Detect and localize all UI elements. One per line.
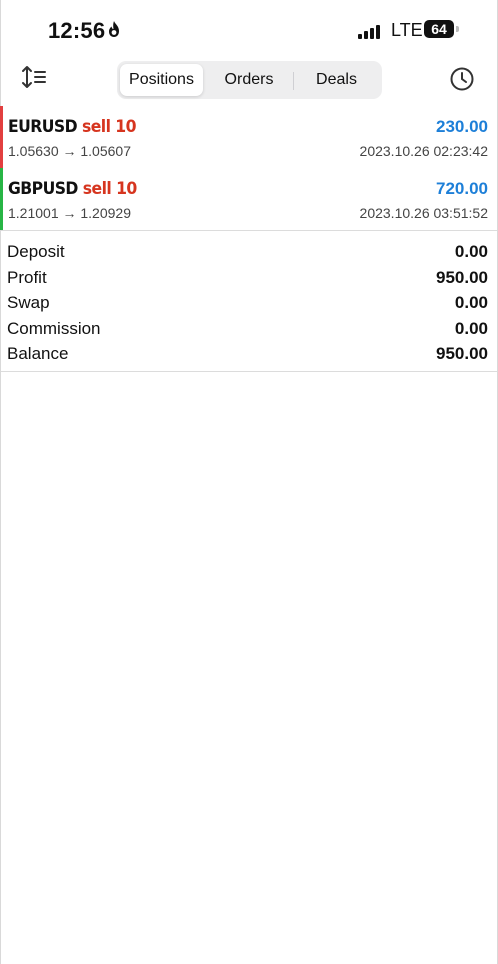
position-symbol-name: EURUSD — [8, 117, 78, 137]
flame-icon — [109, 21, 119, 37]
position-type: sell 10 — [82, 179, 138, 199]
summary-value: 0.00 — [454, 242, 488, 261]
summary-row-commission: Commission 0.00 — [1, 317, 497, 343]
position-profit: 230.00 — [436, 117, 488, 136]
position-row[interactable]: GBPUSD sell 10 720.00 1.21001 → 1.20929 … — [0, 168, 497, 230]
battery-icon: 64 — [424, 20, 459, 38]
summary-value: 950.00 — [436, 344, 488, 363]
position-profit: 720.00 — [436, 179, 488, 198]
summary-row-deposit: Deposit 0.00 — [1, 240, 497, 266]
status-time: 12:56 — [48, 18, 106, 43]
history-screen: 12:56 LTE 64 Positions Orders Deals EURU… — [0, 0, 498, 964]
battery-level: 64 — [431, 21, 447, 37]
summary-label: Swap — [7, 293, 50, 312]
network-type: LTE — [391, 20, 423, 40]
summary-label: Deposit — [7, 242, 65, 261]
tab-positions[interactable]: Positions — [120, 64, 203, 96]
position-symbol-name: GBPUSD — [8, 179, 78, 199]
clock-icon[interactable] — [449, 66, 475, 92]
summary-label: Profit — [7, 267, 47, 287]
position-symbol: GBPUSD sell 10 — [8, 179, 137, 199]
position-prices: 1.05630 → 1.05607 — [8, 143, 131, 159]
account-summary: Deposit 0.00 Profit 950.00 Swap 0.00 Com… — [1, 231, 497, 371]
position-type: sell 10 — [81, 117, 137, 137]
segmented-control: Positions Orders Deals — [117, 61, 382, 99]
tab-deals[interactable]: Deals — [294, 64, 379, 96]
signal-icon — [358, 25, 380, 39]
summary-value: 0.00 — [454, 318, 488, 338]
status-bar: 12:56 LTE 64 — [1, 0, 497, 48]
summary-label: Commission — [7, 318, 101, 338]
summary-row-balance: Balance 950.00 — [1, 342, 497, 368]
toolbar: Positions Orders Deals — [1, 48, 497, 106]
summary-value: 0.00 — [454, 293, 488, 312]
position-symbol: EURUSD sell 10 — [8, 117, 137, 137]
divider — [1, 370, 497, 372]
summary-label: Balance — [7, 344, 69, 363]
summary-row-swap: Swap 0.00 — [1, 291, 497, 317]
sort-icon[interactable] — [21, 65, 51, 89]
position-row[interactable]: EURUSD sell 10 230.00 1.05630 → 1.05607 … — [0, 106, 497, 168]
position-time: 2023.10.26 03:51:52 — [359, 205, 488, 221]
summary-value: 950.00 — [436, 267, 488, 287]
position-time: 2023.10.26 02:23:42 — [359, 143, 488, 159]
summary-row-profit: Profit 950.00 — [1, 266, 497, 292]
position-prices: 1.21001 → 1.20929 — [8, 205, 131, 221]
tab-orders[interactable]: Orders — [206, 64, 292, 96]
